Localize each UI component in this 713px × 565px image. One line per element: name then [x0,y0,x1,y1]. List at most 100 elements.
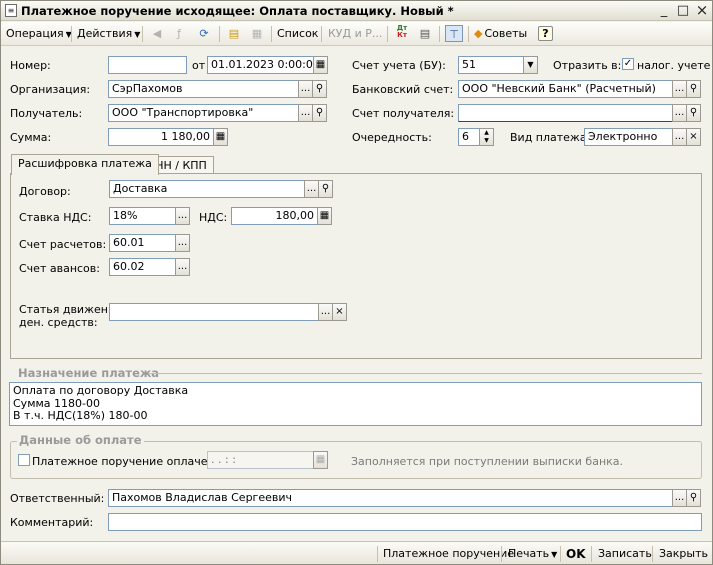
responsible-label: Ответственный: [10,492,105,505]
refresh-icon[interactable]: ⟳ [195,25,213,42]
search-icon[interactable]: ⚲ [686,104,701,122]
tab-panel: Договор: Доставка ... ⚲ Ставка НДС: 18% … [10,173,702,359]
select-button[interactable]: ... [175,258,190,276]
copy-document-icon[interactable]: ▤ [225,25,243,42]
bank-account-label: Банковский счет: [352,83,454,96]
select-button[interactable]: ... [298,80,313,98]
vat-label: НДС: [199,211,228,224]
settlement-account-input[interactable]: 60.01 [109,234,176,252]
actions-menu[interactable]: Действия ▼ [77,25,140,42]
report-icon[interactable]: ▤ [416,25,434,42]
priority-label: Очередность: [352,131,432,144]
vat-rate-input[interactable]: 18% [109,207,176,225]
toolbar-separator [387,26,388,42]
select-button[interactable]: ... [175,234,190,252]
toolbar-separator [271,26,272,42]
cashflow-input[interactable] [109,303,319,321]
reflect-label: Отразить в: [553,59,622,72]
purpose-section-title: Назначение платежа [18,366,160,380]
select-button[interactable]: ... [672,128,687,146]
close-form-button[interactable]: Закрыть [659,546,708,562]
help-button[interactable]: ? [538,26,553,41]
toolbar-separator [71,26,72,42]
search-icon[interactable]: ⚲ [318,180,333,198]
recipient-input[interactable]: ООО "Транспортировка" [108,104,299,122]
select-button[interactable]: ... [672,104,687,122]
print-menu[interactable]: Печать ▼ [508,546,557,562]
select-button[interactable]: ... [304,180,319,198]
recipient-account-label: Счет получателя: [352,107,455,120]
contract-label: Договор: [19,185,71,198]
bank-account-input[interactable]: ООО "Невский Банк" (Расчетный) [458,80,673,98]
select-button[interactable]: ... [672,80,687,98]
organization-input[interactable]: СэрПахомов [108,80,299,98]
structure-icon[interactable]: ▦ [248,25,266,42]
toolbar-separator [321,26,322,42]
settlement-account-label: Счет расчетов: [19,238,107,251]
account-bu-label: Счет учета (БУ): [352,59,446,72]
list-button[interactable]: Список [277,25,318,42]
operation-menu[interactable]: Операция ▼ [6,25,72,42]
toolbar-separator [439,26,440,42]
dt-kt-icon[interactable]: Дт Кт [393,25,411,42]
recipient-label: Получатель: [10,107,83,120]
payment-type-input[interactable]: Электронно [584,128,673,146]
purpose-textarea[interactable]: Оплата по договору Доставка Сумма 1180-0… [9,382,702,426]
search-icon[interactable]: ⚲ [312,104,327,122]
calculator-icon[interactable]: ▦ [317,207,332,225]
bottom-bar: Платежное поручение Печать ▼ OK Записать … [1,541,712,564]
calendar-icon[interactable]: ▦ [313,56,328,74]
date-input[interactable]: 01.01.2023 0:00:00 [207,56,314,74]
select-button[interactable]: ... [175,207,190,225]
vat-input[interactable]: 180,00 [231,207,318,225]
priority-input[interactable]: 6 [458,128,480,146]
payment-type-label: Вид платежа: [510,131,591,144]
organization-label: Организация: [10,83,91,96]
clear-icon[interactable]: × [332,303,347,321]
select-button[interactable]: ... [672,489,687,507]
title-bar: ≡ Платежное поручение исходящее: Оплата … [1,1,712,21]
tax-checkbox[interactable]: ✓ [622,58,634,70]
chevron-down-icon[interactable]: ▼ [523,56,538,74]
select-button[interactable]: ... [298,104,313,122]
structure-tree-icon[interactable]: ⊤ [445,25,463,42]
formula-icon[interactable]: ƒ [170,25,188,42]
calendar-icon[interactable]: ▦ [313,451,328,469]
responsible-input[interactable]: Пахомов Владислав Сергеевич [108,489,673,507]
advance-account-input[interactable]: 60.02 [109,258,176,276]
maximize-button[interactable]: □ [675,3,691,19]
paid-date-input[interactable]: . . : : [207,451,314,469]
window-title: Платежное поручение исходящее: Оплата по… [21,4,454,18]
payment-order-window: ≡ Платежное поручение исходящее: Оплата … [0,0,713,565]
paid-label: Платежное поручение оплачено: [32,455,226,468]
minimize-button[interactable]: _ [656,3,672,19]
search-icon[interactable]: ⚲ [686,80,701,98]
account-bu-input[interactable]: 51 [458,56,524,74]
recipient-account-input[interactable] [458,104,673,122]
close-button[interactable]: × [694,3,710,19]
search-icon[interactable]: ⚲ [312,80,327,98]
select-button[interactable]: ... [318,303,333,321]
tab-payment-breakdown[interactable]: Расшифровка платежа [11,154,159,175]
vat-rate-label: Ставка НДС: [19,211,92,224]
advice-button[interactable]: ◆ Советы [474,25,527,42]
stepper-icon[interactable]: ▲ ▼ [479,128,494,146]
save-button[interactable]: Записать [598,546,652,562]
search-icon[interactable]: ⚲ [686,489,701,507]
ok-button[interactable]: OK [566,546,586,562]
cashflow-label: Статья движения ден. средств: [19,303,122,329]
back-arrow-icon[interactable]: ◀ [148,25,166,42]
bottom-separator [377,546,378,562]
calculator-icon[interactable]: ▦ [213,128,228,146]
bottom-separator [591,546,592,562]
toolbar-separator [219,26,220,42]
kudir-button[interactable]: КУД и Р... [328,25,382,42]
sum-input[interactable]: 1 180,00 [108,128,214,146]
comment-input[interactable] [108,513,702,531]
paid-checkbox[interactable] [18,454,30,466]
clear-icon[interactable]: × [686,128,701,146]
payment-order-button[interactable]: Платежное поручение [383,546,514,562]
number-input[interactable] [108,56,187,74]
contract-input[interactable]: Доставка [109,180,305,198]
advice-icon: ◆ [474,27,483,40]
